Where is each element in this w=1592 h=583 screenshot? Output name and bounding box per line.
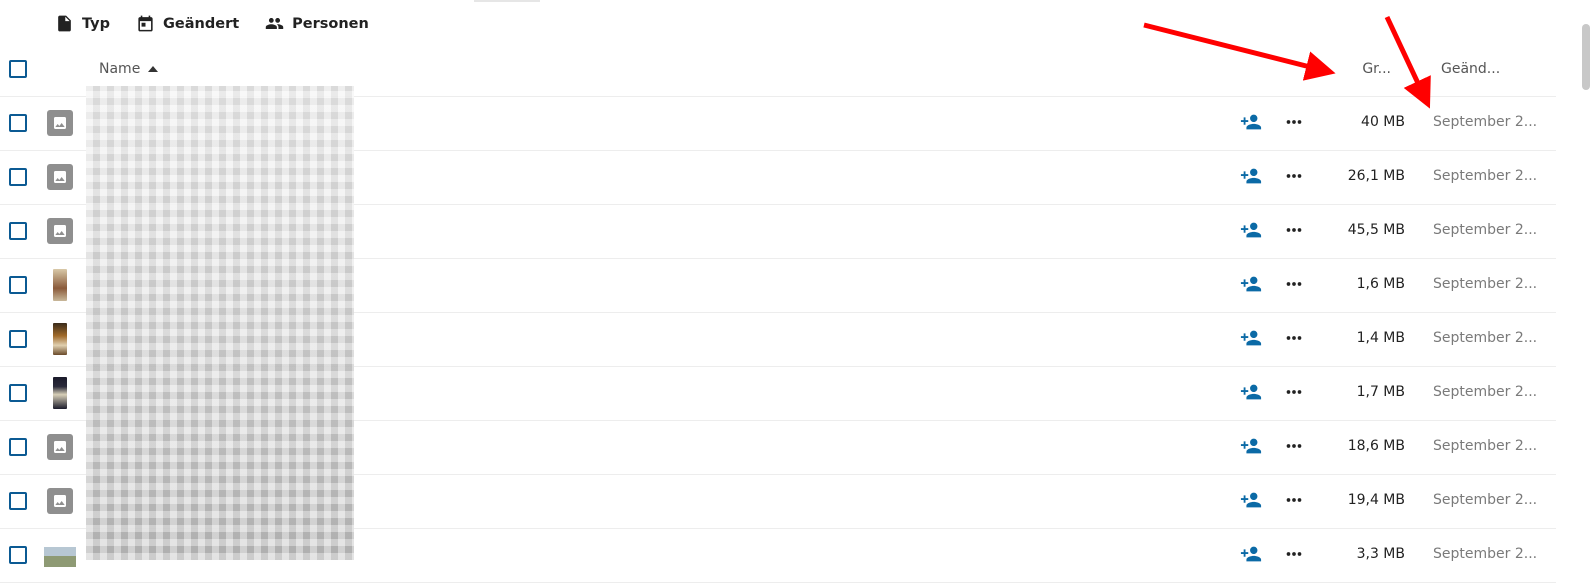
- vertical-scrollbar[interactable]: [1580, 0, 1592, 574]
- ellipsis-icon: [1283, 388, 1305, 407]
- image-icon: [54, 171, 66, 183]
- column-name-header[interactable]: Name: [99, 61, 159, 77]
- ellipsis-icon: [1283, 172, 1305, 191]
- sort-ascending-icon: [148, 66, 159, 72]
- more-actions-button[interactable]: [1283, 435, 1305, 457]
- file-modified-date: September 2...: [1433, 222, 1538, 238]
- file-size: 1,7 MB: [1356, 384, 1405, 400]
- more-actions-button[interactable]: [1283, 111, 1305, 133]
- file-size: 18,6 MB: [1347, 438, 1405, 454]
- file-size: 40 MB: [1361, 114, 1405, 130]
- file-thumbnail[interactable]: [47, 164, 73, 190]
- people-icon: [265, 17, 284, 30]
- select-all-checkbox[interactable]: [9, 60, 27, 78]
- share-button[interactable]: [1240, 165, 1262, 187]
- ellipsis-icon: [1283, 550, 1305, 569]
- file-thumbnail[interactable]: [47, 434, 73, 460]
- share-button[interactable]: [1240, 489, 1262, 511]
- add-person-icon: [1240, 330, 1262, 353]
- row-checkbox[interactable]: [9, 492, 27, 510]
- more-actions-button[interactable]: [1283, 219, 1305, 241]
- file-modified-date: September 2...: [1433, 330, 1538, 346]
- file-size: 1,6 MB: [1356, 276, 1405, 292]
- file-size: 26,1 MB: [1347, 168, 1405, 184]
- add-person-icon: [1240, 276, 1262, 299]
- calendar-icon: [138, 15, 153, 32]
- file-size: 19,4 MB: [1347, 492, 1405, 508]
- more-actions-button[interactable]: [1283, 489, 1305, 511]
- file-modified-date: September 2...: [1433, 438, 1538, 454]
- ellipsis-icon: [1283, 280, 1305, 299]
- share-button[interactable]: [1240, 327, 1262, 349]
- more-actions-button[interactable]: [1283, 165, 1305, 187]
- file-modified-date: September 2...: [1433, 168, 1538, 184]
- row-checkbox[interactable]: [9, 222, 27, 240]
- more-actions-button[interactable]: [1283, 381, 1305, 403]
- file-thumbnail[interactable]: [53, 323, 67, 355]
- add-person-icon: [1240, 546, 1262, 569]
- column-modified-header[interactable]: Geänd...: [1441, 61, 1500, 77]
- file-thumbnail[interactable]: [47, 218, 73, 244]
- add-person-icon: [1240, 114, 1262, 137]
- file-modified-date: September 2...: [1433, 546, 1538, 562]
- image-icon: [54, 441, 66, 453]
- ellipsis-icon: [1283, 334, 1305, 353]
- file-modified-date: September 2...: [1433, 384, 1538, 400]
- share-button[interactable]: [1240, 435, 1262, 457]
- image-icon: [54, 225, 66, 237]
- ellipsis-icon: [1283, 496, 1305, 515]
- file-modified-date: September 2...: [1433, 276, 1538, 292]
- add-person-icon: [1240, 384, 1262, 407]
- file-thumbnail[interactable]: [47, 488, 73, 514]
- file-thumbnail[interactable]: [53, 269, 67, 301]
- filter-type-label: Typ: [82, 15, 111, 32]
- share-button[interactable]: [1240, 111, 1262, 133]
- file-size: 1,4 MB: [1356, 330, 1405, 346]
- filter-modified-label: Geändert: [163, 15, 240, 32]
- top-tab-indicator: [474, 0, 540, 2]
- file-modified-date: September 2...: [1433, 492, 1538, 508]
- ellipsis-icon: [1283, 118, 1305, 137]
- filter-type-button[interactable]: Typ: [55, 14, 110, 33]
- row-checkbox[interactable]: [9, 114, 27, 132]
- share-button[interactable]: [1240, 381, 1262, 403]
- ellipsis-icon: [1283, 226, 1305, 245]
- filter-bar: Typ Geändert Personen: [55, 14, 369, 33]
- filter-people-label: Personen: [292, 15, 369, 32]
- share-button[interactable]: [1240, 543, 1262, 565]
- file-thumbnail[interactable]: [44, 547, 76, 567]
- column-name-label: Name: [99, 61, 141, 77]
- file-size: 3,3 MB: [1356, 546, 1405, 562]
- add-person-icon: [1240, 168, 1262, 191]
- add-person-icon: [1240, 222, 1262, 245]
- file-modified-date: September 2...: [1433, 114, 1538, 130]
- row-checkbox[interactable]: [9, 168, 27, 186]
- scrollbar-thumb[interactable]: [1582, 24, 1590, 90]
- add-person-icon: [1240, 438, 1262, 461]
- file-size: 45,5 MB: [1347, 222, 1405, 238]
- row-checkbox[interactable]: [9, 546, 27, 564]
- image-icon: [54, 117, 66, 129]
- row-checkbox[interactable]: [9, 384, 27, 402]
- more-actions-button[interactable]: [1283, 543, 1305, 565]
- image-icon: [54, 495, 66, 507]
- more-actions-button[interactable]: [1283, 327, 1305, 349]
- row-checkbox[interactable]: [9, 276, 27, 294]
- more-actions-button[interactable]: [1283, 273, 1305, 295]
- add-person-icon: [1240, 492, 1262, 515]
- file-thumbnail[interactable]: [53, 377, 67, 409]
- file-thumbnail[interactable]: [47, 110, 73, 136]
- filter-people-button[interactable]: Personen: [265, 14, 369, 33]
- filter-modified-button[interactable]: Geändert: [136, 14, 239, 33]
- ellipsis-icon: [1283, 442, 1305, 461]
- share-button[interactable]: [1240, 273, 1262, 295]
- column-size-header[interactable]: Gr...: [1362, 61, 1391, 77]
- row-checkbox[interactable]: [9, 330, 27, 348]
- redacted-name-region: [86, 86, 354, 560]
- document-icon: [58, 15, 71, 32]
- share-button[interactable]: [1240, 219, 1262, 241]
- row-checkbox[interactable]: [9, 438, 27, 456]
